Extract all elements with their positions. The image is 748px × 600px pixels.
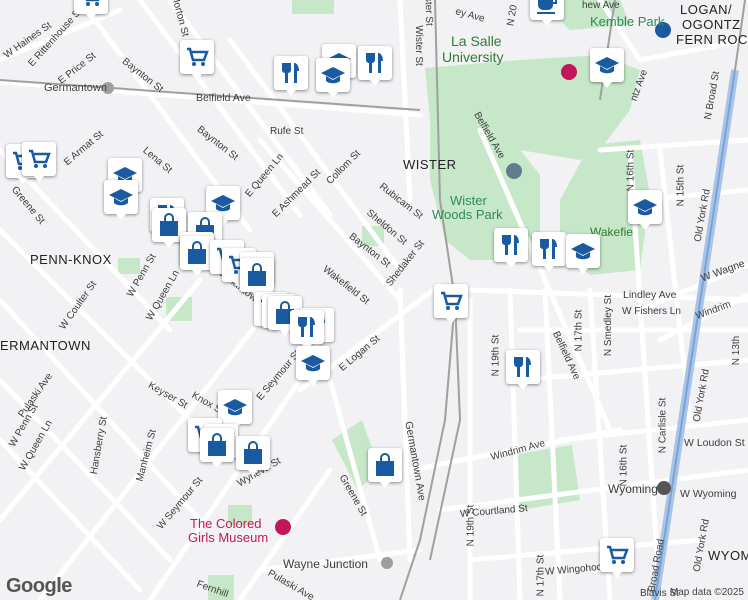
shopping-bag-icon (188, 241, 206, 264)
place-germantown: ERMANTOWN (0, 338, 91, 353)
shopping-bag-icon (244, 441, 262, 464)
school-icon (571, 243, 595, 260)
restaurant-icon (502, 235, 519, 255)
street-wyoming-w: W Wyoming (680, 488, 737, 500)
cart-poi-marker[interactable] (434, 284, 468, 324)
cart-poi-marker[interactable] (180, 40, 214, 80)
wayne-junction-dot (381, 557, 393, 569)
wyoming-station-dot (657, 481, 671, 495)
street-line (137, 0, 303, 218)
map-canvas[interactable]: WISTER PENN-KNOX ERMANTOWN LOGAN/ OGONTZ… (0, 0, 748, 600)
shopping-bag-icon (160, 213, 178, 236)
shopping-cart-icon (85, 0, 100, 6)
museum-label-1: The Colored (190, 516, 262, 531)
cap-poi-marker[interactable] (316, 58, 350, 98)
street-smedley: N Smedley St (603, 294, 615, 357)
restaurant-icon (366, 53, 383, 73)
place-penn-knox: PENN-KNOX (30, 252, 112, 267)
fork-poi-marker[interactable] (290, 310, 324, 350)
street-loudon: W Loudon St (684, 437, 745, 449)
restaurant-icon (514, 357, 531, 377)
wister-woods-dot (506, 163, 522, 179)
park-lasalle-1: La Salle (451, 33, 502, 49)
restaurant-icon (540, 239, 557, 259)
wyoming-station-label: Wyoming (608, 482, 658, 496)
park-small-4 (292, 0, 334, 14)
museum-dot (275, 519, 291, 535)
shopping-bag-icon (376, 453, 394, 476)
cart-poi-marker[interactable] (22, 142, 56, 182)
street-n16th-1: N 16th St (625, 149, 637, 192)
street-line (517, 357, 748, 383)
school-icon (109, 189, 133, 206)
shopping-bag-icon (248, 263, 266, 286)
school-icon (633, 199, 657, 216)
street-wister: Wister St (412, 25, 424, 66)
museum-label-2: Girls Museum (188, 530, 269, 545)
shopping-cart-icon (29, 149, 51, 168)
street-fishers: W Fishers Ln (622, 306, 681, 317)
cap-poi-marker[interactable] (566, 234, 600, 274)
street-n16th-2: N 16th St (618, 444, 630, 487)
park-kemble: Kemble Park (590, 14, 665, 29)
street-n17th-2: N 17th St (535, 554, 547, 597)
street-rufe: Rufe St (270, 126, 304, 137)
cap-poi-marker[interactable] (296, 346, 330, 386)
place-ogontz: OGONTZ (682, 17, 741, 32)
street-n19th-1: N 19th St (490, 334, 502, 377)
cap-poi-marker[interactable] (628, 190, 662, 230)
bag-poi-marker[interactable] (236, 436, 270, 476)
street-n15th: N 15th St (675, 164, 687, 207)
wayne-junction-label: Wayne Junction (283, 557, 368, 571)
school-icon (301, 355, 325, 372)
rail-line (429, 299, 462, 561)
street-lindley: Lindley Ave (623, 289, 677, 301)
school-icon (321, 67, 345, 84)
bag-poi-marker[interactable] (180, 236, 214, 276)
fork-poi-marker[interactable] (494, 228, 528, 268)
street-chew: hew Ave (582, 0, 620, 11)
restaurant-icon (282, 63, 299, 83)
place-logan: LOGAN/ (680, 2, 733, 17)
attribution: Map data ©2025 (669, 587, 744, 598)
cap-poi-marker[interactable] (590, 48, 624, 88)
street-belfield-1: Belfield Ave (196, 92, 251, 104)
fork-poi-marker[interactable] (506, 350, 540, 390)
fork-poi-marker[interactable] (358, 46, 392, 86)
shopping-bag-icon (208, 433, 226, 456)
place-wyoming: WYOM (708, 548, 748, 563)
school-icon (595, 57, 619, 74)
place-fern-rock: FERN ROC (676, 32, 748, 47)
bag-poi-marker[interactable] (200, 428, 234, 468)
cart-poi-marker[interactable] (74, 0, 108, 20)
street-n19th-2: N 19th St (465, 504, 477, 547)
germantown-station-label: Germantown (44, 82, 107, 94)
cup-poi-marker[interactable] (530, 0, 564, 26)
park-lasalle-2: University (442, 49, 504, 65)
street-n13th: N 13th (731, 335, 743, 366)
parks (118, 0, 650, 600)
cafe-icon (537, 0, 557, 14)
street-wister-2: Wister St (422, 0, 435, 26)
cap-poi-marker[interactable] (104, 180, 138, 220)
fork-poi-marker[interactable] (532, 232, 566, 272)
cart-poi-marker[interactable] (600, 538, 634, 578)
google-logo: Google (6, 575, 72, 597)
street-n17th-1: N 17th St (573, 309, 585, 352)
fork-poi-marker[interactable] (274, 56, 308, 96)
shopping-cart-icon (187, 47, 209, 66)
place-wister: WISTER (403, 157, 457, 172)
bag-poi-marker[interactable] (368, 448, 402, 488)
lasalle-dot (561, 64, 577, 80)
school-icon (223, 399, 247, 416)
restaurant-icon (298, 317, 315, 337)
shopping-cart-icon (441, 291, 463, 310)
park-wister-woods-2: Woods Park (432, 207, 503, 222)
shopping-cart-icon (607, 545, 629, 564)
park-wister-woods-1: Wister (450, 193, 487, 208)
street-carlisle: N Carlisle St (657, 397, 669, 454)
